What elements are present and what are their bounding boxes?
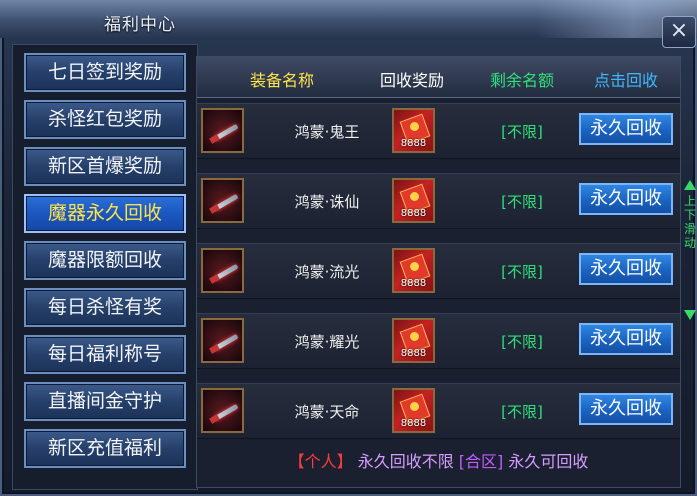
- sidebar-item-recharge-welfare[interactable]: 新区充值福利: [24, 429, 186, 468]
- reward-amount: 8888: [400, 418, 427, 429]
- red-envelope-icon[interactable]: 8888: [392, 248, 435, 293]
- header-quota: 剩余名额: [489, 71, 554, 90]
- header-action: 点击回收: [593, 71, 658, 90]
- scroll-down-icon[interactable]: [684, 310, 696, 320]
- sidebar-item-kill-redpacket[interactable]: 杀怪红包奖励: [24, 100, 186, 139]
- red-envelope-icon[interactable]: 8888: [392, 318, 435, 363]
- title-bar: 福利中心: [0, 0, 697, 38]
- item-name: 鸿蒙·流光: [294, 263, 360, 281]
- window-title: 福利中心: [104, 15, 176, 35]
- table-row: 鸿蒙·鬼王 8888 [不限] 永久回收: [197, 103, 680, 159]
- permanent-recycle-button[interactable]: 永久回收: [579, 393, 673, 425]
- sidebar-item-daily-title[interactable]: 每日福利称号: [24, 335, 186, 374]
- reward-amount: 8888: [400, 348, 427, 359]
- sword-icon[interactable]: [201, 178, 244, 223]
- quota-value: [不限]: [501, 333, 543, 351]
- table-header: 装备名称 回收奖励 剩余名额 点击回收: [197, 57, 680, 98]
- notice-personal-text: 永久回收不限: [357, 452, 454, 471]
- recycle-table-panel: 装备名称 回收奖励 剩余名额 点击回收 鸿蒙·鬼王 8888 [不限] 永久回收…: [196, 56, 681, 488]
- red-envelope-icon[interactable]: 8888: [392, 388, 435, 433]
- quota-value: [不限]: [501, 123, 543, 141]
- permanent-recycle-button[interactable]: 永久回收: [579, 323, 673, 355]
- sidebar-item-first-drop[interactable]: 新区首爆奖励: [24, 147, 186, 186]
- item-name: 鸿蒙·耀光: [294, 333, 360, 351]
- quota-value: [不限]: [501, 193, 543, 211]
- quota-value: [不限]: [501, 263, 543, 281]
- sidebar-item-permanent-recycle[interactable]: 魔器永久回收: [24, 194, 186, 233]
- notice-personal-tag: 【个人】: [288, 452, 353, 471]
- scroll-hint: 上下滑动: [683, 180, 697, 320]
- item-name: 鸿蒙·诛仙: [294, 193, 360, 211]
- recycle-notice: 【个人】 永久回收不限 [合区] 永久可回收: [197, 437, 680, 487]
- sidebar: 七日签到奖励 杀怪红包奖励 新区首爆奖励 魔器永久回收 魔器限额回收 每日杀怪有…: [12, 44, 198, 490]
- sword-icon[interactable]: [201, 108, 244, 153]
- permanent-recycle-button[interactable]: 永久回收: [579, 183, 673, 215]
- item-name: 鸿蒙·鬼王: [294, 123, 360, 141]
- welfare-center-window: 福利中心 × 七日签到奖励 杀怪红包奖励 新区首爆奖励 魔器永久回收 魔器限额回…: [0, 0, 697, 496]
- sword-icon[interactable]: [201, 318, 244, 363]
- table-row: 鸿蒙·诛仙 8888 [不限] 永久回收: [197, 173, 680, 229]
- red-envelope-icon[interactable]: 8888: [392, 178, 435, 223]
- close-icon[interactable]: ×: [662, 16, 696, 48]
- table-row: 鸿蒙·流光 8888 [不限] 永久回收: [197, 243, 680, 299]
- red-envelope-icon[interactable]: 8888: [392, 108, 435, 153]
- scroll-hint-text: 上下滑动: [683, 194, 696, 250]
- sidebar-item-seven-day-signin[interactable]: 七日签到奖励: [24, 53, 186, 92]
- table-row: 鸿蒙·耀光 8888 [不限] 永久回收: [197, 313, 680, 369]
- sidebar-item-limited-recycle[interactable]: 魔器限额回收: [24, 241, 186, 280]
- sword-icon[interactable]: [201, 248, 244, 293]
- sidebar-item-live-guard[interactable]: 直播间金守护: [24, 382, 186, 421]
- notice-merge-tag: [合区]: [458, 452, 504, 471]
- sword-icon[interactable]: [201, 388, 244, 433]
- reward-amount: 8888: [400, 278, 427, 289]
- reward-amount: 8888: [400, 138, 427, 149]
- item-name: 鸿蒙·天命: [294, 403, 360, 421]
- permanent-recycle-button[interactable]: 永久回收: [579, 253, 673, 285]
- sidebar-item-daily-kill-reward[interactable]: 每日杀怪有奖: [24, 288, 186, 327]
- notice-merge-text: 永久可回收: [508, 452, 589, 471]
- quota-value: [不限]: [501, 403, 543, 421]
- header-item-name: 装备名称: [249, 71, 314, 90]
- scroll-up-icon[interactable]: [684, 180, 696, 190]
- permanent-recycle-button[interactable]: 永久回收: [579, 113, 673, 145]
- table-row: 鸿蒙·天命 8888 [不限] 永久回收: [197, 383, 680, 439]
- header-reward: 回收奖励: [379, 71, 444, 90]
- reward-amount: 8888: [400, 208, 427, 219]
